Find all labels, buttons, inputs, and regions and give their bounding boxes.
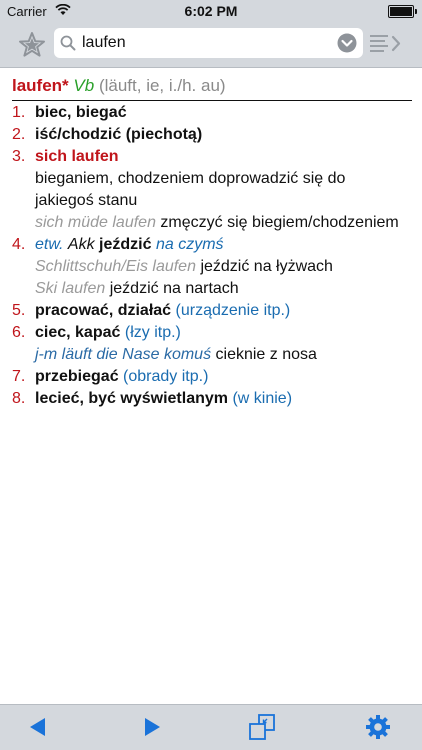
sense-item: 5. pracować, działać (urządzenie itp.) [0, 300, 422, 322]
example-source: sich müde laufen [35, 214, 156, 231]
star-icon[interactable] [18, 31, 46, 59]
sense-item: 7. przebiegać (obrady itp.) [0, 366, 422, 388]
example-source: Schlittschuh/Eis laufen [35, 258, 196, 275]
phrase: sich laufen [35, 148, 119, 165]
sense-number: 1. [12, 104, 26, 121]
headword: laufen* [12, 76, 69, 95]
usage-note: (obrady itp.) [123, 368, 209, 385]
sense-number: 8. [12, 390, 26, 407]
sense-number: 3. [12, 148, 26, 165]
list-arrow-icon[interactable] [368, 33, 404, 55]
sense-number: 6. [12, 324, 26, 341]
sense-number: 7. [12, 368, 26, 385]
search-toolbar [0, 22, 422, 68]
sense-item: 1. biec, biegać [0, 102, 422, 124]
headword-line: laufen* Vb (läuft, ie, i./h. au) [12, 76, 412, 101]
example-source: j-m läuft die Nase komuś [35, 346, 212, 363]
clock: 6:02 PM [184, 3, 238, 19]
sense-item: 6. ciec, kapać (łzy itp.) j-m läuft die … [0, 322, 422, 366]
magnifier-icon [60, 35, 76, 51]
sense-item: 3. sich laufen bieganiem, chodzeniem dop… [0, 146, 422, 234]
sense-list: 1. biec, biegać 2. iść/chodzić (piechotą… [0, 102, 422, 410]
case-label: Akk [67, 236, 95, 253]
example-translation: zmęczyć się biegiem/chodzeniem [160, 214, 399, 231]
gear-icon[interactable] [365, 714, 391, 740]
grammar-forms: (läuft, ie, i./h. au) [98, 76, 226, 95]
translation: ciec, kapać [35, 324, 121, 341]
sense-number: 2. [12, 126, 26, 143]
sense-item: 4. etw. Akk jeździć na czymś Schlittschu… [0, 234, 422, 300]
translation: jeździć [99, 236, 152, 253]
usage-note: (łzy itp.) [124, 324, 181, 341]
usage-note: na czymś [155, 236, 224, 253]
example-translation: jeździć na nartach [109, 280, 239, 297]
translation: iść/chodzić (piechotą) [35, 126, 203, 143]
translation: lecieć, być wyświetlanym [35, 390, 228, 407]
example-source: Ski laufen [35, 280, 106, 297]
windows-icon[interactable] [249, 714, 275, 740]
sense-number: 5. [12, 302, 26, 319]
battery-icon [388, 5, 417, 18]
search-input[interactable] [82, 30, 327, 56]
triangle-right-icon[interactable] [140, 715, 164, 739]
example-translation: cieknie z nosa [215, 346, 317, 363]
translation: biec, biegać [35, 104, 127, 121]
usage-note: (w kinie) [232, 390, 293, 407]
translation: bieganiem, chodzeniem doprowadzić się do… [35, 170, 346, 209]
translation: przebiegać [35, 368, 119, 385]
object-label: etw. [35, 236, 64, 253]
sense-item: 2. iść/chodzić (piechotą) [0, 124, 422, 146]
chevron-down-circle-icon[interactable] [337, 33, 357, 53]
bottom-toolbar [0, 704, 422, 750]
part-of-speech: Vb [73, 76, 95, 95]
triangle-left-icon[interactable] [26, 715, 50, 739]
search-field [54, 28, 363, 58]
sense-item: 8. lecieć, być wyświetlanym (w kinie) [0, 388, 422, 410]
translation: pracować, działać [35, 302, 172, 319]
sense-number: 4. [12, 236, 26, 253]
usage-note: (urządzenie itp.) [175, 302, 291, 319]
example-translation: jeździć na łyżwach [200, 258, 333, 275]
status-bar: Carrier 6:02 PM [0, 0, 422, 22]
